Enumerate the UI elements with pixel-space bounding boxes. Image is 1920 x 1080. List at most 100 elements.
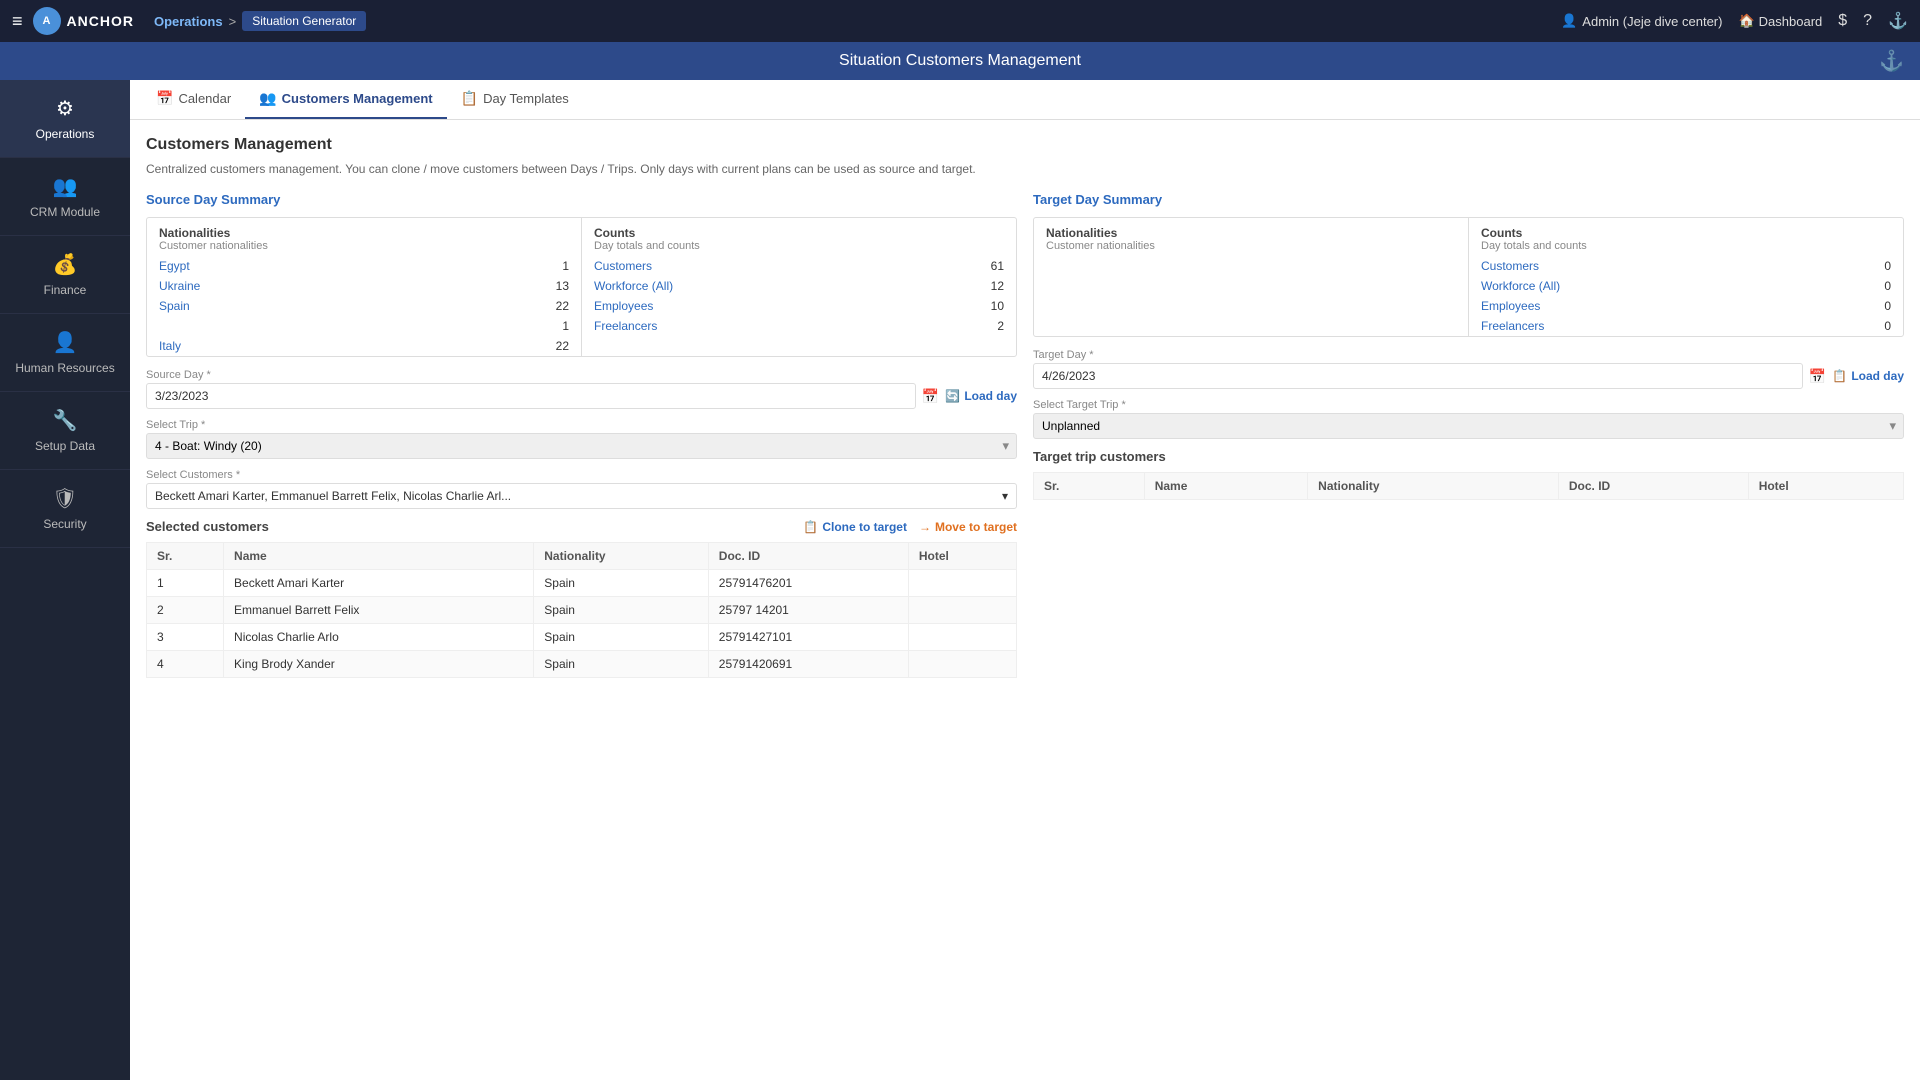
target-load-day-button[interactable]: 📋 Load day <box>1832 369 1904 383</box>
table-row: 2 Emmanuel Barrett Felix Spain 25797 142… <box>147 597 1017 624</box>
setup-data-icon: 🔧 <box>53 408 78 433</box>
source-trip-field: Select Trip * 4 - Boat: Windy (20) ▾ <box>146 419 1017 459</box>
page-content: Customers Management Centralized custome… <box>130 120 1920 1080</box>
row-nationality: Spain <box>534 570 709 597</box>
count-name[interactable]: Customers <box>594 259 652 273</box>
nationality-count: 13 <box>556 279 569 293</box>
source-customers-multiselect[interactable]: Beckett Amari Karter, Emmanuel Barrett F… <box>146 483 1017 509</box>
target-section-title: Target Day Summary <box>1033 192 1904 207</box>
target-customers-table: Sr. Name Nationality Doc. ID Hotel <box>1033 472 1904 500</box>
user-info[interactable]: 👤 Admin (Jeje dive center) <box>1561 13 1722 29</box>
nationality-count: 1 <box>562 319 569 333</box>
target-day-calendar-icon[interactable]: 📅 <box>1809 368 1826 385</box>
col-hotel: Hotel <box>908 543 1016 570</box>
dashboard-button[interactable]: 🏠 Dashboard <box>1738 13 1822 29</box>
list-item: Workforce (All) 0 <box>1469 276 1903 296</box>
tab-calendar[interactable]: 📅 Calendar <box>142 80 245 119</box>
sidebar: ⚙Operations👥CRM Module 💰 Finance 👤Human Res… <box>0 80 130 1080</box>
calendar-tab-icon: 📅 <box>156 90 173 107</box>
count-name[interactable]: Employees <box>594 299 653 313</box>
operations-icon: ⚙ <box>56 96 74 121</box>
sidebar-label-finance: Finance <box>44 283 87 297</box>
dollar-icon[interactable]: $ <box>1838 12 1847 30</box>
sidebar-item-operations[interactable]: ⚙Operations <box>0 80 130 158</box>
target-trip-select[interactable]: Unplanned <box>1033 413 1904 439</box>
list-item: Ukraine 13 <box>147 276 581 296</box>
target-counts-sub: Day totals and counts <box>1481 240 1891 252</box>
count-name[interactable]: Workforce (All) <box>1481 279 1560 293</box>
page-description: Centralized customers management. You ca… <box>146 162 1904 176</box>
finance-icon: 💰 <box>53 252 78 277</box>
source-trip-select[interactable]: 4 - Boat: Windy (20) <box>146 433 1017 459</box>
source-day-input[interactable] <box>146 383 916 409</box>
sidebar-item-human-resources[interactable]: 👤Human Resources <box>0 314 130 392</box>
source-summary-panel: Nationalities Customer nationalities Egy… <box>146 217 1017 357</box>
nationality-name[interactable]: Spain <box>159 299 190 313</box>
row-name: Nicolas Charlie Arlo <box>224 624 534 651</box>
source-day-row: 📅 🔄 Load day <box>146 383 1017 409</box>
nationality-name[interactable]: Ukraine <box>159 279 200 293</box>
list-item: Employees10 <box>582 296 1016 316</box>
count-value: 0 <box>1884 259 1891 273</box>
customers-tab-icon: 👥 <box>259 90 276 107</box>
sidebar-label-security: Security <box>43 517 86 531</box>
count-name[interactable]: Workforce (All) <box>594 279 673 293</box>
list-item: Customers 0 <box>1469 256 1903 276</box>
count-name[interactable]: Employees <box>1481 299 1540 313</box>
day-templates-tab-icon: 📋 <box>461 90 478 107</box>
clone-icon: 📋 <box>803 520 818 534</box>
t-col-nationality: Nationality <box>1308 473 1559 500</box>
breadcrumb-operations[interactable]: Operations <box>154 14 223 29</box>
source-nat-list: Egypt1Ukraine13Spain221Italy22 <box>147 256 581 356</box>
sidebar-item-security[interactable]: 🛡Security <box>0 470 130 548</box>
calendar-tab-label: Calendar <box>178 91 231 106</box>
selected-customers-table: Sr. Name Nationality Doc. ID Hotel 1 Bec… <box>146 542 1017 678</box>
target-load-refresh-icon: 📋 <box>1832 369 1847 383</box>
source-load-day-button[interactable]: 🔄 Load day <box>945 389 1017 403</box>
tab-day-templates[interactable]: 📋 Day Templates <box>447 80 583 119</box>
source-day-calendar-icon[interactable]: 📅 <box>922 388 939 405</box>
breadcrumb: Operations > Situation Generator <box>154 11 366 31</box>
nationality-name[interactable]: Italy <box>159 339 181 353</box>
source-day-label: Source Day * <box>146 369 1017 381</box>
t-col-hotel: Hotel <box>1748 473 1903 500</box>
count-value: 0 <box>1884 279 1891 293</box>
move-to-target-button[interactable]: → Move to target <box>919 520 1017 534</box>
target-counts-list: Customers 0 Workforce (All) 0 Employees 0 Free… <box>1469 256 1903 336</box>
sidebar-item-crm-module[interactable]: 👥CRM Module <box>0 158 130 236</box>
count-name[interactable]: Freelancers <box>594 319 657 333</box>
sidebar-label-crm-module: CRM Module <box>30 205 100 219</box>
count-name[interactable]: Customers <box>1481 259 1539 273</box>
nationality-name[interactable]: Egypt <box>159 259 190 273</box>
target-trip-select-wrapper[interactable]: Unplanned ▾ <box>1033 413 1904 439</box>
help-icon[interactable]: ? <box>1863 12 1872 30</box>
target-day-row: 📅 📋 Load day <box>1033 363 1904 389</box>
count-value: 0 <box>1884 299 1891 313</box>
table-row: 4 King Brody Xander Spain 25791420691 <box>147 651 1017 678</box>
source-load-refresh-icon: 🔄 <box>945 389 960 403</box>
source-section-title: Source Day Summary <box>146 192 1017 207</box>
col-docid: Doc. ID <box>708 543 908 570</box>
count-name[interactable]: Freelancers <box>1481 319 1544 333</box>
menu-hamburger[interactable]: ≡ <box>12 11 23 32</box>
col-sr: Sr. <box>147 543 224 570</box>
sidebar-item-finance[interactable]: 💰 Finance <box>0 236 130 314</box>
anchor-subtitle-icon: ⚓ <box>1879 49 1904 74</box>
logo: A ANCHOR <box>33 7 134 35</box>
target-day-input[interactable] <box>1033 363 1803 389</box>
clone-to-target-button[interactable]: 📋 Clone to target <box>803 520 907 534</box>
breadcrumb-current: Situation Generator <box>242 11 366 31</box>
row-nationality: Spain <box>534 651 709 678</box>
tab-customers-management[interactable]: 👥 Customers Management <box>245 80 446 119</box>
target-trip-field: Select Target Trip * Unplanned ▾ <box>1033 399 1904 439</box>
sidebar-item-setup-data[interactable]: 🔧Setup Data <box>0 392 130 470</box>
row-name: King Brody Xander <box>224 651 534 678</box>
source-trip-label: Select Trip * <box>146 419 1017 431</box>
source-customers-display: Beckett Amari Karter, Emmanuel Barrett F… <box>155 489 1002 503</box>
list-item: Freelancers0 <box>1469 316 1903 336</box>
source-column: Source Day Summary Nationalities Custome… <box>146 192 1017 678</box>
target-counts-panel: Counts Day totals and counts Customers0W… <box>1469 218 1903 336</box>
source-trip-select-wrapper[interactable]: 4 - Boat: Windy (20) ▾ <box>146 433 1017 459</box>
source-nationalities-panel: Nationalities Customer nationalities Egy… <box>147 218 582 356</box>
selected-customers-table-header: Sr. Name Nationality Doc. ID Hotel <box>147 543 1017 570</box>
